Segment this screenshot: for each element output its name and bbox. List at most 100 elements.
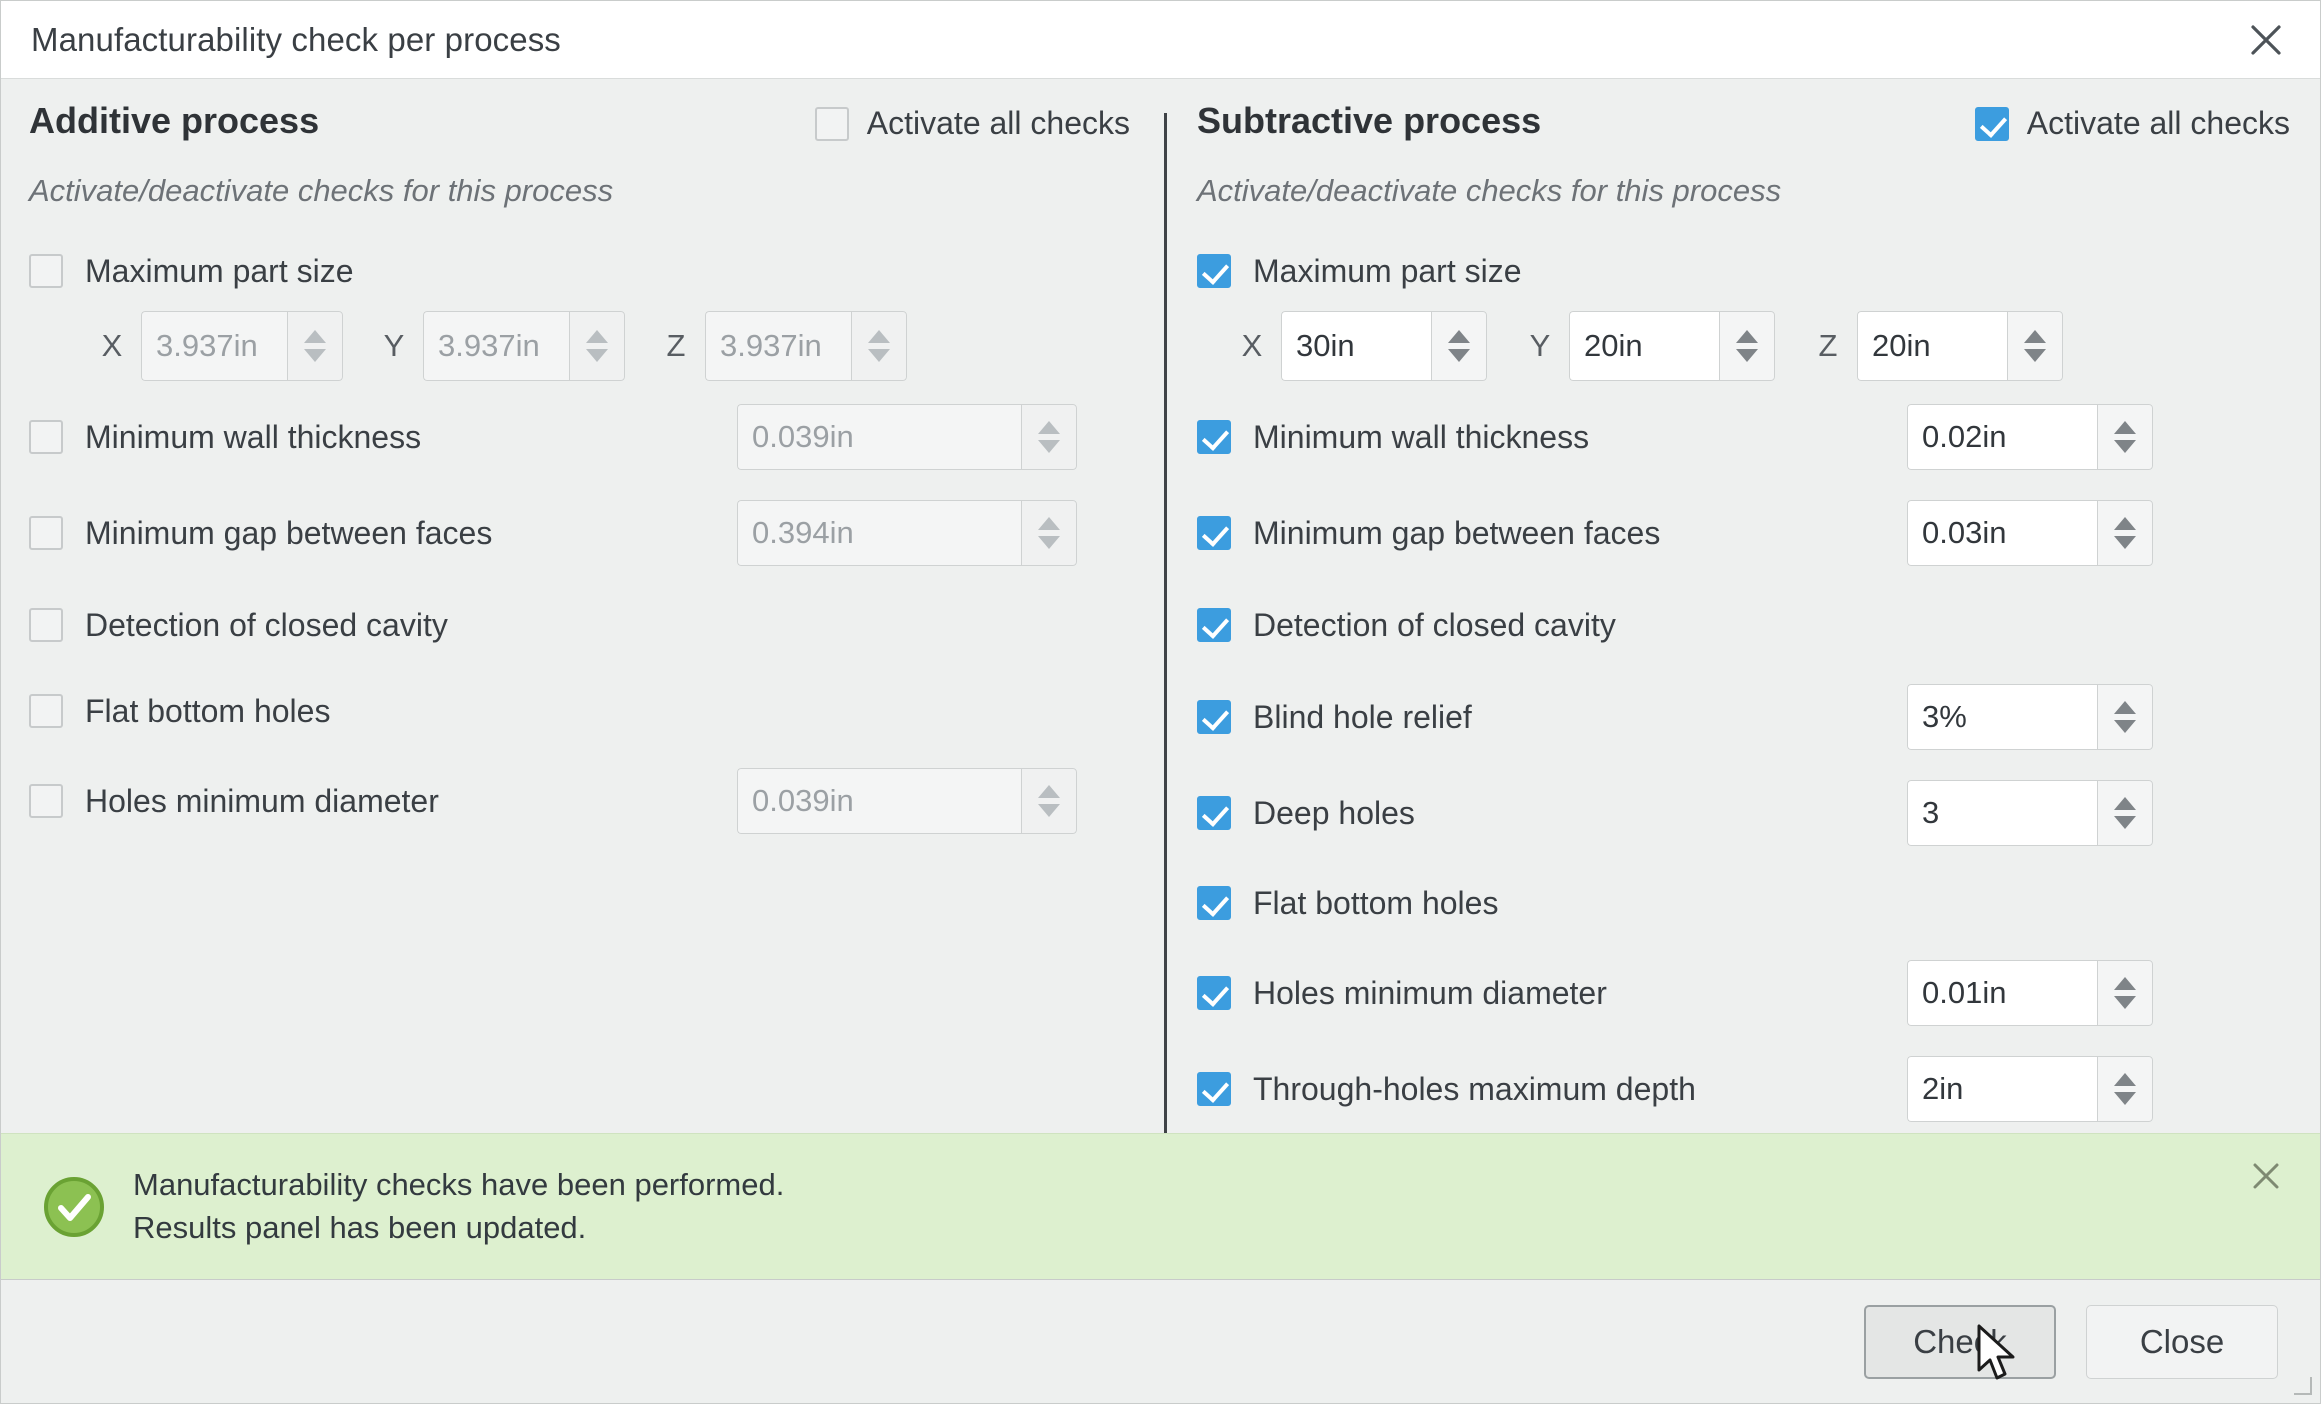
- additive-axis-x-stepper[interactable]: [287, 311, 343, 381]
- subtractive-blind-hole-relief-input[interactable]: 3%: [1907, 684, 2097, 750]
- additive-axis-z-spinner[interactable]: 3.937in: [705, 311, 907, 381]
- subtractive-activate-all-checks[interactable]: Activate all checks: [1974, 105, 2290, 142]
- stepper-down-icon[interactable]: [304, 349, 326, 362]
- subtractive-max-part-size-toggle[interactable]: Maximum part size: [1197, 253, 1522, 290]
- additive-min-wall-thickness-spinner[interactable]: 0.039in: [737, 404, 1077, 470]
- additive-closed-cavity-toggle[interactable]: Detection of closed cavity: [29, 607, 448, 644]
- stepper-down-icon[interactable]: [1038, 536, 1060, 549]
- stepper-up-icon[interactable]: [868, 330, 890, 343]
- check-button[interactable]: Check: [1864, 1304, 2056, 1379]
- subtractive-axis-z-input[interactable]: 20in: [1857, 311, 2007, 381]
- subtractive-through-holes-depth-spinner[interactable]: 2in: [1907, 1056, 2153, 1122]
- stepper-down-icon[interactable]: [1448, 349, 1470, 362]
- additive-closed-cavity-checkbox[interactable]: [29, 608, 63, 642]
- stepper-down-icon[interactable]: [1736, 349, 1758, 362]
- additive-min-wall-thickness-toggle[interactable]: Minimum wall thickness: [29, 419, 421, 456]
- subtractive-deep-holes-toggle[interactable]: Deep holes: [1197, 795, 1415, 832]
- subtractive-min-wall-thickness-input[interactable]: 0.02in: [1907, 404, 2097, 470]
- stepper-up-icon[interactable]: [1038, 785, 1060, 798]
- subtractive-deep-holes-stepper[interactable]: [2097, 780, 2153, 846]
- additive-min-wall-thickness-input[interactable]: 0.039in: [737, 404, 1021, 470]
- stepper-down-icon[interactable]: [2024, 349, 2046, 362]
- stepper-up-icon[interactable]: [2114, 797, 2136, 810]
- subtractive-holes-min-diameter-toggle[interactable]: Holes minimum diameter: [1197, 975, 1607, 1012]
- subtractive-holes-min-diameter-spinner[interactable]: 0.01in: [1907, 960, 2153, 1026]
- subtractive-axis-x-input[interactable]: 30in: [1281, 311, 1431, 381]
- subtractive-min-gap-input[interactable]: 0.03in: [1907, 500, 2097, 566]
- additive-holes-min-diameter-stepper[interactable]: [1021, 768, 1077, 834]
- additive-min-wall-thickness-checkbox[interactable]: [29, 420, 63, 454]
- additive-max-part-size-checkbox[interactable]: [29, 254, 63, 288]
- subtractive-blind-hole-relief-spinner[interactable]: 3%: [1907, 684, 2153, 750]
- subtractive-min-wall-thickness-checkbox[interactable]: [1197, 420, 1231, 454]
- additive-activate-all-checkbox[interactable]: [814, 106, 849, 141]
- additive-axis-y-input[interactable]: 3.937in: [423, 311, 569, 381]
- additive-holes-min-diameter-toggle[interactable]: Holes minimum diameter: [29, 783, 439, 820]
- subtractive-holes-min-diameter-checkbox[interactable]: [1197, 976, 1231, 1010]
- subtractive-min-gap-toggle[interactable]: Minimum gap between faces: [1197, 515, 1660, 552]
- additive-flat-bottom-holes-checkbox[interactable]: [29, 694, 63, 728]
- additive-activate-all-checks[interactable]: Activate all checks: [814, 105, 1130, 142]
- subtractive-holes-min-diameter-input[interactable]: 0.01in: [1907, 960, 2097, 1026]
- stepper-down-icon[interactable]: [2114, 996, 2136, 1009]
- subtractive-flat-bottom-holes-toggle[interactable]: Flat bottom holes: [1197, 885, 1498, 922]
- subtractive-min-gap-checkbox[interactable]: [1197, 516, 1231, 550]
- stepper-up-icon[interactable]: [2114, 977, 2136, 990]
- additive-holes-min-diameter-spinner[interactable]: 0.039in: [737, 768, 1077, 834]
- additive-min-gap-checkbox[interactable]: [29, 516, 63, 550]
- additive-axis-x-spinner[interactable]: 3.937in: [141, 311, 343, 381]
- additive-min-gap-input[interactable]: 0.394in: [737, 500, 1021, 566]
- subtractive-activate-all-checkbox[interactable]: [1974, 106, 2009, 141]
- subtractive-min-wall-thickness-spinner[interactable]: 0.02in: [1907, 404, 2153, 470]
- subtractive-min-gap-spinner[interactable]: 0.03in: [1907, 500, 2153, 566]
- stepper-down-icon[interactable]: [1038, 440, 1060, 453]
- subtractive-holes-min-diameter-stepper[interactable]: [2097, 960, 2153, 1026]
- additive-axis-y-stepper[interactable]: [569, 311, 625, 381]
- banner-close-icon[interactable]: [2242, 1152, 2290, 1200]
- additive-min-gap-stepper[interactable]: [1021, 500, 1077, 566]
- close-button[interactable]: Close: [2086, 1304, 2278, 1379]
- resize-grip[interactable]: [2294, 1377, 2312, 1395]
- additive-axis-z-input[interactable]: 3.937in: [705, 311, 851, 381]
- subtractive-closed-cavity-checkbox[interactable]: [1197, 608, 1231, 642]
- additive-holes-min-diameter-input[interactable]: 0.039in: [737, 768, 1021, 834]
- subtractive-through-holes-depth-toggle[interactable]: Through-holes maximum depth: [1197, 1071, 1696, 1108]
- subtractive-flat-bottom-holes-checkbox[interactable]: [1197, 886, 1231, 920]
- subtractive-axis-y-stepper[interactable]: [1719, 311, 1775, 381]
- subtractive-axis-x-stepper[interactable]: [1431, 311, 1487, 381]
- additive-flat-bottom-holes-toggle[interactable]: Flat bottom holes: [29, 693, 330, 730]
- subtractive-deep-holes-spinner[interactable]: 3: [1907, 780, 2153, 846]
- subtractive-through-holes-depth-checkbox[interactable]: [1197, 1072, 1231, 1106]
- additive-min-gap-spinner[interactable]: 0.394in: [737, 500, 1077, 566]
- additive-max-part-size-toggle[interactable]: Maximum part size: [29, 253, 354, 290]
- subtractive-axis-z-spinner[interactable]: 20in: [1857, 311, 2063, 381]
- subtractive-axis-z-stepper[interactable]: [2007, 311, 2063, 381]
- subtractive-through-holes-depth-input[interactable]: 2in: [1907, 1056, 2097, 1122]
- stepper-up-icon[interactable]: [2114, 421, 2136, 434]
- close-icon[interactable]: [2238, 12, 2294, 68]
- stepper-up-icon[interactable]: [304, 330, 326, 343]
- subtractive-closed-cavity-toggle[interactable]: Detection of closed cavity: [1197, 607, 1616, 644]
- subtractive-deep-holes-checkbox[interactable]: [1197, 796, 1231, 830]
- stepper-up-icon[interactable]: [2114, 517, 2136, 530]
- additive-axis-x-input[interactable]: 3.937in: [141, 311, 287, 381]
- subtractive-blind-hole-relief-checkbox[interactable]: [1197, 700, 1231, 734]
- additive-axis-z-stepper[interactable]: [851, 311, 907, 381]
- stepper-down-icon[interactable]: [2114, 1092, 2136, 1105]
- subtractive-min-wall-thickness-toggle[interactable]: Minimum wall thickness: [1197, 419, 1589, 456]
- subtractive-deep-holes-input[interactable]: 3: [1907, 780, 2097, 846]
- subtractive-min-gap-stepper[interactable]: [2097, 500, 2153, 566]
- stepper-down-icon[interactable]: [2114, 536, 2136, 549]
- additive-axis-y-spinner[interactable]: 3.937in: [423, 311, 625, 381]
- subtractive-blind-hole-relief-stepper[interactable]: [2097, 684, 2153, 750]
- stepper-up-icon[interactable]: [1038, 421, 1060, 434]
- subtractive-axis-y-input[interactable]: 20in: [1569, 311, 1719, 381]
- subtractive-through-holes-depth-stepper[interactable]: [2097, 1056, 2153, 1122]
- stepper-up-icon[interactable]: [1038, 517, 1060, 530]
- subtractive-axis-y-spinner[interactable]: 20in: [1569, 311, 1775, 381]
- subtractive-min-wall-thickness-stepper[interactable]: [2097, 404, 2153, 470]
- stepper-up-icon[interactable]: [1736, 330, 1758, 343]
- stepper-up-icon[interactable]: [586, 330, 608, 343]
- stepper-down-icon[interactable]: [586, 349, 608, 362]
- stepper-up-icon[interactable]: [2114, 1073, 2136, 1086]
